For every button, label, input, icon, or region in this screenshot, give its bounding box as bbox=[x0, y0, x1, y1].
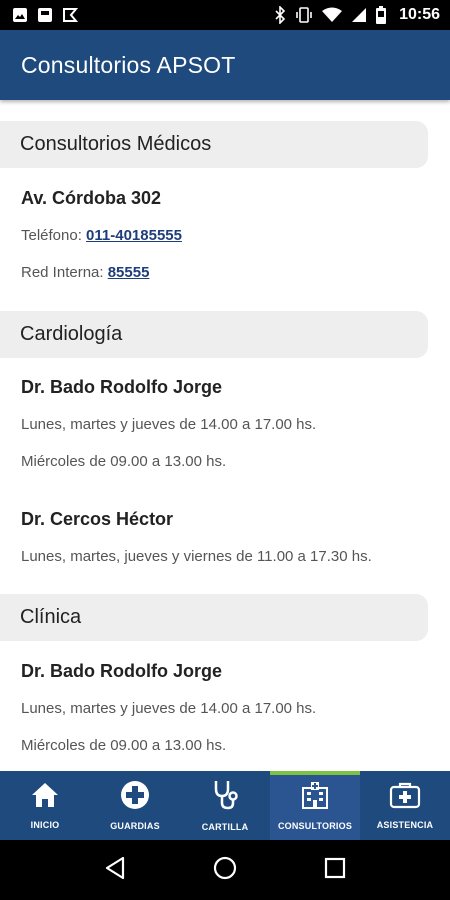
content-list[interactable]: Consultorios Médicos Av. Córdoba 302 Tel… bbox=[0, 100, 450, 771]
image-icon bbox=[12, 7, 28, 23]
doctor-schedule: Lunes, martes y jueves de 14.00 a 17.00 … bbox=[21, 416, 317, 433]
internal-label: Red Interna: bbox=[21, 264, 108, 281]
status-left-icons bbox=[12, 7, 78, 23]
internal-link[interactable]: 85555 bbox=[108, 264, 150, 281]
phone-line: Teléfono: 011-40185555 bbox=[21, 227, 182, 244]
bottom-nav: INICIO GUARDIAS CARTILLA CONSULTORIOS AS… bbox=[0, 771, 450, 840]
address: Av. Córdoba 302 bbox=[21, 188, 162, 208]
phone-link[interactable]: 011-40185555 bbox=[86, 227, 182, 244]
system-nav-bar bbox=[0, 840, 450, 900]
status-time: 10:56 bbox=[399, 6, 440, 23]
section-header-clinica: Clínica bbox=[0, 594, 428, 641]
nav-item-consultorios[interactable]: CONSULTORIOS bbox=[270, 771, 360, 840]
nav-label: ASISTENCIA bbox=[376, 820, 434, 830]
nav-label: CARTILLA bbox=[201, 822, 249, 832]
nav-item-inicio[interactable]: INICIO bbox=[0, 771, 90, 840]
stethoscope-icon bbox=[211, 779, 239, 816]
app-bar: Consultorios APSOT bbox=[0, 30, 450, 100]
home-icon bbox=[30, 781, 60, 814]
nav-item-cartilla[interactable]: CARTILLA bbox=[180, 771, 270, 840]
section-title: Consultorios Médicos bbox=[20, 133, 212, 155]
wifi-icon bbox=[322, 7, 343, 23]
nav-item-guardias[interactable]: GUARDIAS bbox=[90, 771, 180, 840]
recents-icon[interactable] bbox=[324, 857, 346, 884]
internal-line: Red Interna: 85555 bbox=[21, 264, 149, 281]
status-right-icons: 10:56 bbox=[274, 6, 440, 24]
signal-icon bbox=[351, 7, 367, 23]
hospital-building-icon bbox=[300, 780, 330, 815]
doctor-schedule: Miércoles de 09.00 a 13.00 hs. bbox=[21, 737, 227, 754]
doctor-name: Dr. Bado Rodolfo Jorge bbox=[21, 661, 223, 681]
bluetooth-icon bbox=[274, 6, 286, 24]
app-square-icon bbox=[37, 7, 53, 23]
nav-item-asistencia[interactable]: ASISTENCIA bbox=[360, 771, 450, 840]
home-circle-icon[interactable] bbox=[213, 856, 237, 885]
section-header-cardiologia: Cardiología bbox=[0, 311, 428, 358]
flipboard-icon bbox=[62, 7, 78, 23]
doctor-name: Dr. Bado Rodolfo Jorge bbox=[21, 377, 223, 397]
nav-label: INICIO bbox=[30, 820, 60, 830]
section-header-medicos: Consultorios Médicos bbox=[0, 121, 428, 168]
page-title: Consultorios APSOT bbox=[21, 51, 236, 78]
nav-label: GUARDIAS bbox=[110, 821, 160, 831]
vibrate-icon bbox=[295, 6, 313, 24]
doctor-name: Dr. Cercos Héctor bbox=[21, 509, 174, 529]
section-title: Cardiología bbox=[20, 323, 123, 345]
back-icon[interactable] bbox=[104, 856, 126, 885]
medical-cross-icon bbox=[120, 780, 150, 815]
doctor-schedule: Lunes, martes, jueves y viernes de 11.00… bbox=[21, 548, 372, 565]
doctor-schedule: Miércoles de 09.00 a 13.00 hs. bbox=[21, 453, 227, 470]
phone-label: Teléfono: bbox=[21, 227, 87, 244]
first-aid-kit-icon bbox=[389, 781, 421, 814]
status-bar: 10:56 bbox=[0, 0, 450, 30]
battery-icon bbox=[376, 6, 387, 24]
doctor-schedule: Lunes, martes y jueves de 14.00 a 17.00 … bbox=[21, 700, 317, 717]
section-title: Clínica bbox=[20, 606, 82, 628]
nav-label: CONSULTORIOS bbox=[277, 821, 353, 831]
